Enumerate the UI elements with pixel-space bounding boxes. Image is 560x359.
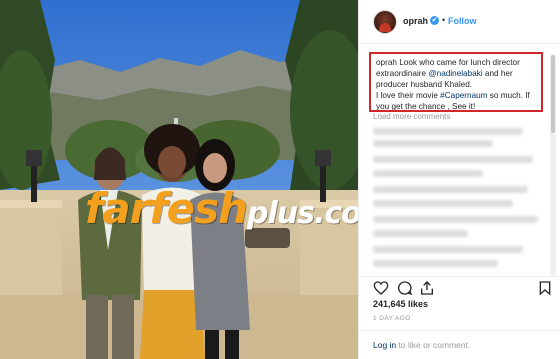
avatar[interactable]	[373, 10, 397, 34]
comment-icon[interactable]	[397, 280, 413, 296]
comment-line	[373, 170, 483, 177]
caption-username[interactable]: oprah	[376, 58, 397, 67]
login-prompt-text: to like or comment.	[396, 340, 471, 350]
load-more-comments-button[interactable]: Load more comments	[373, 112, 450, 121]
comment-line	[373, 156, 533, 163]
watermark: farfeshplus.com	[85, 188, 358, 230]
username[interactable]: oprah	[403, 16, 428, 26]
comment-line	[373, 140, 493, 147]
scrollbar-thumb[interactable]	[551, 55, 555, 133]
comment-line	[373, 186, 528, 193]
caption-text-3: I love their movie	[376, 91, 441, 100]
watermark-part1: farfesh	[85, 184, 248, 233]
login-prompt: Log in to like or comment.	[373, 340, 470, 350]
caption-hashtag[interactable]: #Capernaum	[440, 91, 487, 100]
share-icon[interactable]	[419, 280, 435, 296]
likes-count[interactable]: 241,645 likes	[373, 299, 428, 309]
photo-scene	[0, 0, 358, 359]
watermark-part2: plus.com	[246, 196, 358, 231]
heart-icon[interactable]	[373, 280, 389, 296]
verified-badge-icon: ✔	[430, 16, 439, 25]
bookmark-icon[interactable]	[537, 280, 553, 296]
comment-line	[373, 260, 498, 267]
caption: oprah Look who came for lunch director e…	[369, 52, 543, 112]
comment-line	[373, 200, 513, 207]
caption-mention[interactable]: @nadinelabaki	[428, 69, 482, 78]
separator-dot: •	[442, 15, 446, 25]
login-link[interactable]: Log in	[373, 340, 396, 350]
post-photo[interactable]: farfeshplus.com	[0, 0, 358, 359]
action-bar	[359, 276, 560, 300]
comment-line	[373, 246, 523, 253]
comment-line	[373, 216, 538, 223]
comment-line	[373, 230, 468, 237]
post-timestamp[interactable]: 1 DAY AGO	[373, 315, 411, 322]
post-sidebar: oprah ✔ • Follow oprah Look who came for…	[358, 0, 560, 359]
follow-button[interactable]: Follow	[448, 16, 477, 26]
comment-line	[373, 128, 523, 135]
